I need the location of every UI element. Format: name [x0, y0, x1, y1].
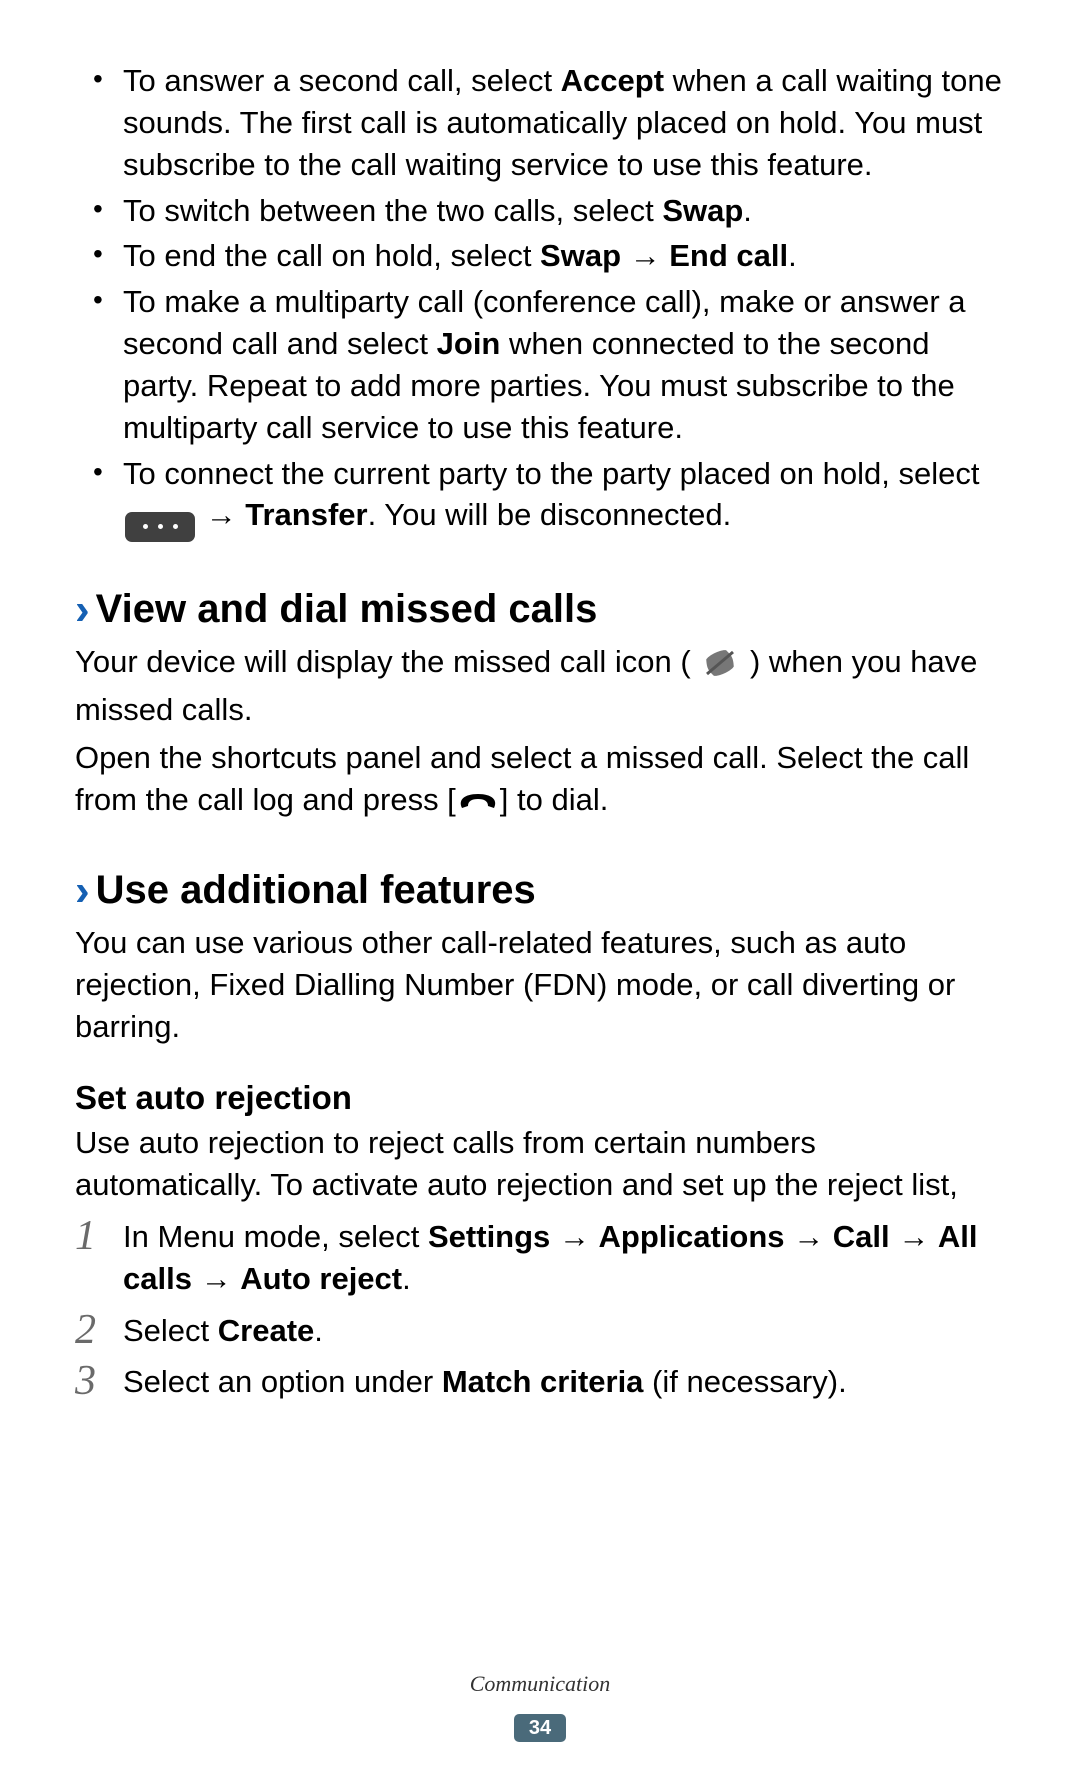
text: To switch between the two calls, select [123, 193, 662, 228]
text: Select [123, 1313, 218, 1348]
list-item: To switch between the two calls, select … [105, 190, 1005, 232]
bold-text: End call [669, 238, 788, 273]
chevron-right-icon: › [75, 585, 90, 634]
list-item: To make a multiparty call (conference ca… [105, 281, 1005, 448]
bold-text: Create [218, 1313, 315, 1348]
text: → [550, 1219, 598, 1254]
list-item: To end the call on hold, select Swap → E… [105, 235, 1005, 277]
bold-text: Swap [540, 238, 621, 273]
text: → [197, 497, 245, 532]
numbered-steps: In Menu mode, select Settings → Applicat… [75, 1216, 1005, 1403]
text: To end the call on hold, select [123, 238, 540, 273]
bold-text: Swap [662, 193, 743, 228]
paragraph: You can use various other call-related f… [75, 922, 1005, 1048]
subheading: Set auto rejection [75, 1076, 1005, 1121]
text: . [788, 238, 797, 273]
text: . [743, 193, 752, 228]
options-key-icon [125, 512, 195, 542]
text: ] to dial. [500, 782, 609, 817]
step-item: Select an option under Match criteria (i… [75, 1361, 1005, 1403]
bold-text: Match criteria [442, 1364, 644, 1399]
missed-call-icon [703, 647, 737, 689]
heading-text: View and dial missed calls [96, 587, 598, 631]
section-heading: ›Use additional features [75, 861, 1005, 920]
text: To connect the current party to the part… [123, 456, 979, 491]
bold-text: Settings [428, 1219, 550, 1254]
text: In Menu mode, select [123, 1219, 428, 1254]
paragraph: Your device will display the missed call… [75, 641, 1005, 731]
text: → [192, 1261, 240, 1296]
paragraph: Open the shortcuts panel and select a mi… [75, 737, 1005, 823]
chevron-right-icon: › [75, 866, 90, 915]
text: Your device will display the missed call… [75, 644, 691, 679]
text: → [890, 1219, 938, 1254]
section-heading: ›View and dial missed calls [75, 580, 1005, 639]
text: To answer a second call, select [123, 63, 561, 98]
paragraph: Use auto rejection to reject calls from … [75, 1122, 1005, 1206]
bold-text: Applications [599, 1219, 785, 1254]
step-item: In Menu mode, select Settings → Applicat… [75, 1216, 1005, 1300]
page-number-badge: 34 [514, 1714, 566, 1742]
list-item: To connect the current party to the part… [105, 453, 1005, 542]
document-page: To answer a second call, select Accept w… [0, 0, 1080, 1771]
text: → [621, 238, 669, 273]
footer-section-name: Communication [0, 1669, 1080, 1699]
step-item: Select Create. [75, 1310, 1005, 1352]
bold-text: Auto reject [240, 1261, 402, 1296]
text: . [402, 1261, 411, 1296]
text: (if necessary). [643, 1364, 846, 1399]
bold-text: Join [437, 326, 501, 361]
text: . You will be disconnected. [368, 497, 732, 532]
text: Select an option under [123, 1364, 442, 1399]
bold-text: Accept [561, 63, 664, 98]
bold-text: Call [833, 1219, 890, 1254]
bullet-list: To answer a second call, select Accept w… [75, 60, 1005, 542]
list-item: To answer a second call, select Accept w… [105, 60, 1005, 186]
text: → [785, 1219, 833, 1254]
call-key-icon [458, 781, 498, 823]
text: . [314, 1313, 323, 1348]
bold-text: Transfer [245, 497, 367, 532]
page-footer: Communication 34 [0, 1669, 1080, 1745]
heading-text: Use additional features [96, 868, 536, 912]
